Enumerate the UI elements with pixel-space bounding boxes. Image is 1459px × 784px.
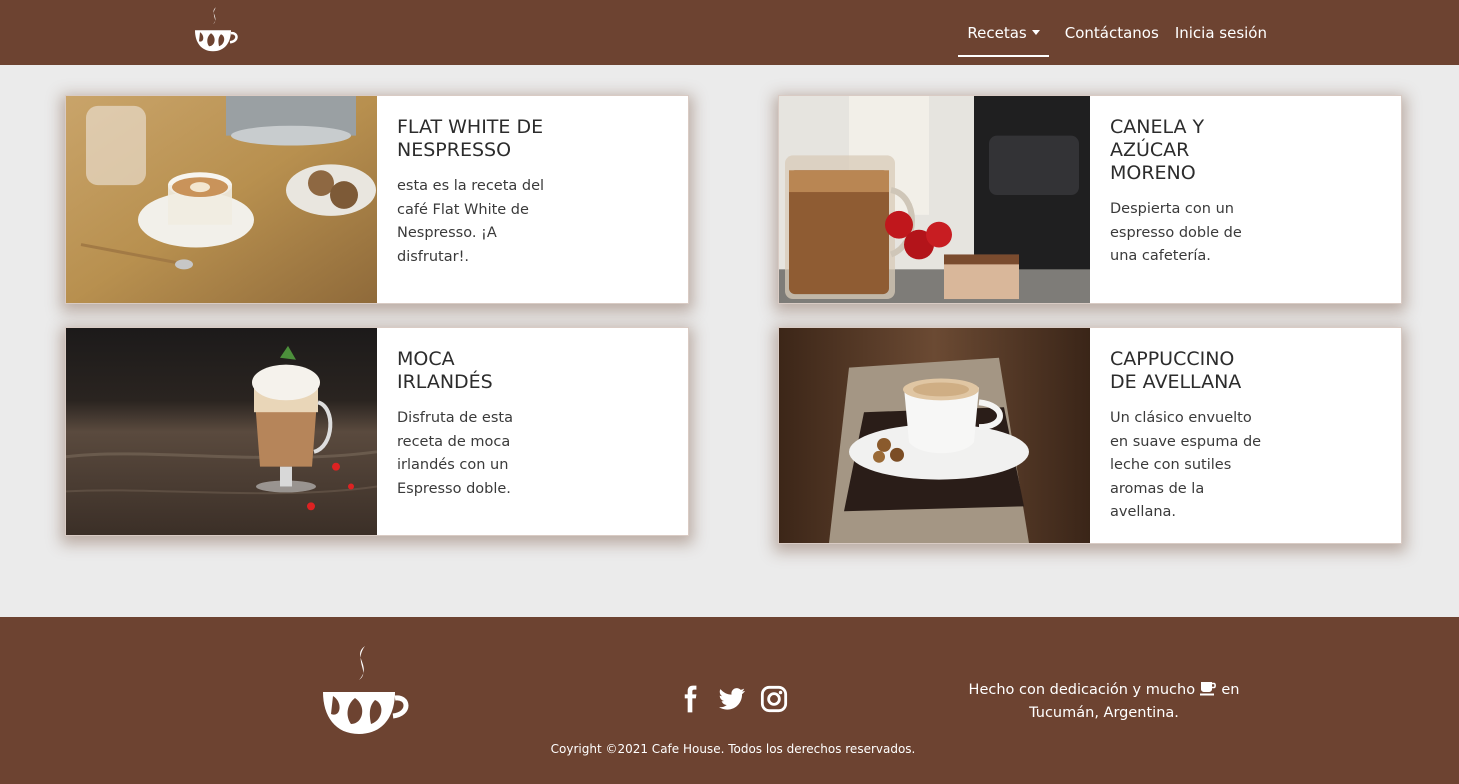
card-body: CAPPUCCINO DE AVELLANA Un clásico envuelt… — [1090, 328, 1310, 543]
made-with-text-part: en — [1221, 682, 1240, 698]
recipe-card-cappuccino-avellana[interactable]: CAPPUCCINO DE AVELLANA Un clásico envuelt… — [778, 327, 1402, 544]
card-text-line: leche con sutiles — [1110, 457, 1232, 473]
card-title-line: CAPPUCCINO — [1110, 348, 1235, 370]
nav-link-recetas[interactable]: Recetas — [958, 23, 1050, 57]
card-title: CANELA Y AZÚCAR MORENO — [1110, 116, 1260, 185]
card-text-line: en suave espuma de — [1110, 433, 1262, 450]
coffee-mug-icon — [1199, 682, 1216, 696]
card-title: FLAT WHITE DE NESPRESSO — [397, 116, 547, 162]
twitter-icon[interactable] — [718, 685, 746, 713]
card-text-line: avellana. — [1110, 504, 1177, 520]
coffee-cup-logo-icon — [323, 646, 409, 734]
card-text-line: esta es la receta del — [397, 178, 545, 194]
card-text-line: Un clásico envuelto — [1110, 410, 1252, 426]
card-title-line: DE AVELLANA — [1110, 371, 1242, 393]
card-text: Un clásico envuelto en suave espuma de lec… — [1110, 407, 1290, 525]
card-text-line: Nespresso. ¡A — [397, 225, 497, 241]
card-text-line: espresso doble de — [1110, 224, 1242, 241]
card-text: Disfruta de esta receta de moca irlandés c… — [397, 407, 547, 501]
recipe-card-moca-irlandes[interactable]: MOCA IRLANDÉS Disfruta de esta receta de m… — [65, 327, 689, 536]
flat-white-photo — [66, 96, 377, 303]
card-text-line: irlandés con un — [397, 457, 509, 473]
footer: Hecho con dedicación y mucho en Tucumán,… — [0, 617, 1459, 784]
recipe-card-flat-white[interactable]: FLAT WHITE DE NESPRESSO esta es la receta… — [65, 95, 689, 304]
card-text-line: Espresso doble. — [397, 480, 511, 497]
card-text: esta es la receta del café Flat White de N… — [397, 175, 547, 269]
card-title-line: AZÚCAR — [1110, 139, 1190, 161]
made-with-text-part: Hecho con dedicación y mucho — [968, 682, 1196, 698]
card-text-line: disfrutar!. — [397, 248, 469, 265]
copyright-text: Coyright ©2021 Cafe House. Todos los der… — [550, 742, 916, 756]
nav-menu: Recetas Contáctanos Inicia sesión — [942, 0, 1267, 65]
hazelnut-cappuccino-photo — [779, 328, 1090, 543]
card-title-line: MORENO — [1110, 162, 1196, 184]
card-body: MOCA IRLANDÉS Disfruta de esta receta de m… — [377, 328, 567, 535]
irish-mocha-photo — [66, 328, 377, 535]
card-text: Despierta con un espresso doble de una caf… — [1110, 198, 1260, 269]
instagram-icon[interactable] — [760, 685, 788, 713]
card-text-line: receta de moca — [397, 433, 511, 450]
card-text-line: una cafetería. — [1110, 248, 1211, 264]
card-title-line: CANELA Y — [1110, 116, 1205, 138]
card-title-line: NESPRESSO — [397, 139, 512, 161]
card-text-line: Disfruta de esta — [397, 410, 513, 426]
social-links — [676, 685, 788, 713]
card-title-line: FLAT WHITE DE — [397, 116, 544, 138]
nav-link-label: Recetas — [967, 23, 1027, 42]
card-title: MOCA IRLANDÉS — [397, 348, 547, 394]
coffee-cup-logo-icon[interactable] — [190, 6, 240, 54]
card-title-line: MOCA — [397, 348, 455, 370]
navbar: Recetas Contáctanos Inicia sesión — [0, 0, 1459, 65]
card-text-line: Despierta con un — [1110, 201, 1234, 217]
card-text-line: aromas de la — [1110, 480, 1205, 497]
card-body: CANELA Y AZÚCAR MORENO Despierta con un esp… — [1090, 96, 1280, 303]
card-text-line: café Flat White de — [397, 201, 529, 218]
recipe-card-canela[interactable]: CANELA Y AZÚCAR MORENO Despierta con un esp… — [778, 95, 1402, 304]
nav-link-contactanos[interactable]: Contáctanos — [1065, 24, 1159, 42]
card-body: FLAT WHITE DE NESPRESSO esta es la receta… — [377, 96, 567, 303]
facebook-icon[interactable] — [676, 685, 704, 713]
card-title: CAPPUCCINO DE AVELLANA — [1110, 348, 1290, 394]
card-title-line: IRLANDÉS — [397, 371, 493, 393]
nav-link-inicia-sesion[interactable]: Inicia sesión — [1175, 24, 1267, 42]
cinnamon-coffee-photo — [779, 96, 1090, 303]
made-with-location: Tucumán, Argentina. — [1029, 705, 1179, 721]
caret-down-icon — [1031, 29, 1040, 35]
made-with-text: Hecho con dedicación y mucho en Tucumán,… — [946, 679, 1262, 725]
